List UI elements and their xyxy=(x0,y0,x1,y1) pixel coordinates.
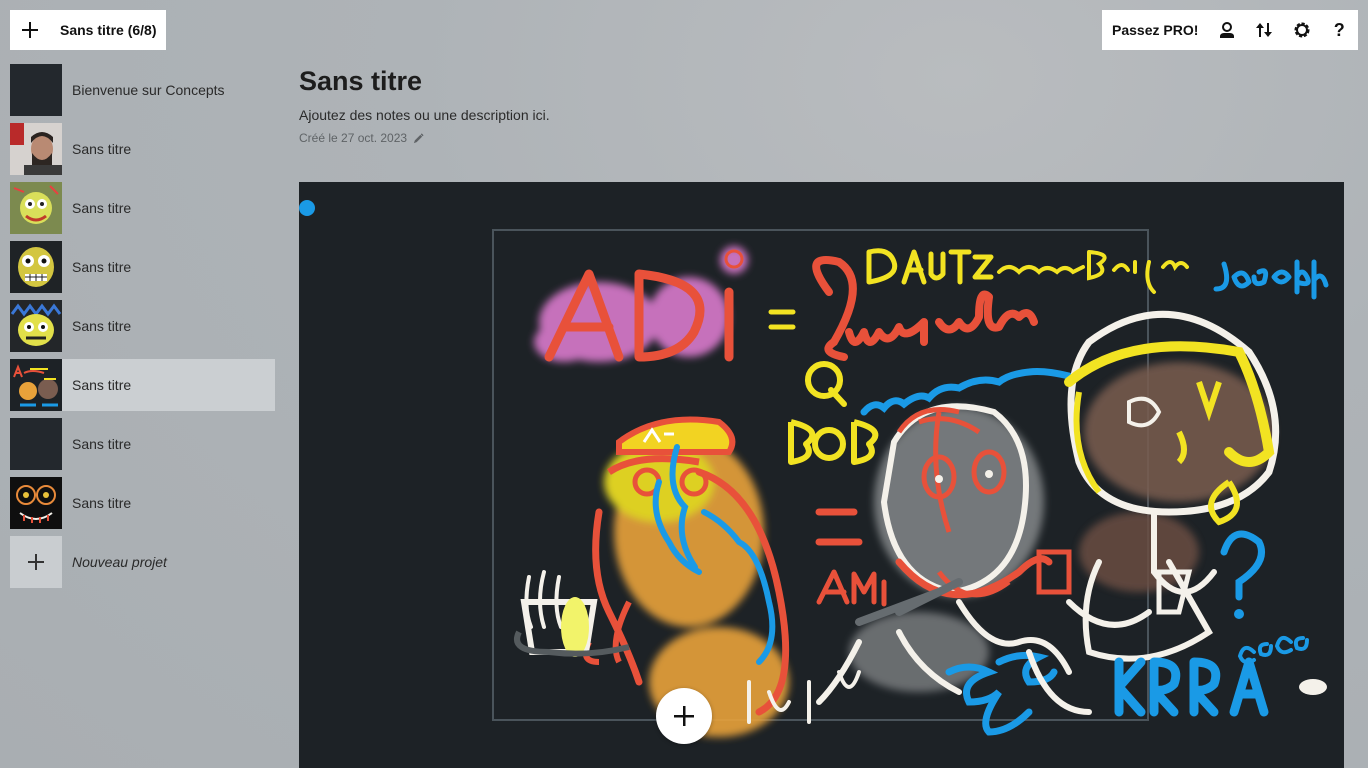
add-button[interactable] xyxy=(10,10,50,50)
add-content-button[interactable] xyxy=(656,688,712,744)
project-thumbnail xyxy=(10,64,62,116)
project-thumbnail xyxy=(10,182,62,234)
project-thumbnail xyxy=(10,418,62,470)
plus-icon xyxy=(674,706,694,726)
project-label: Sans titre xyxy=(72,141,132,157)
page-title[interactable]: Sans titre xyxy=(299,66,550,97)
project-item[interactable]: Sans titre xyxy=(10,300,275,352)
plus-icon xyxy=(28,554,44,570)
created-date-text: Créé le 27 oct. 2023 xyxy=(299,131,408,145)
drawing-canvas[interactable] xyxy=(299,182,1344,768)
project-item[interactable]: Bienvenue sur Concepts xyxy=(10,64,275,116)
help-button[interactable]: ? xyxy=(1321,10,1358,50)
gear-icon xyxy=(1294,22,1310,38)
project-label: Bienvenue sur Concepts xyxy=(72,82,225,98)
project-item-active[interactable]: Sans titre xyxy=(10,359,275,411)
project-item[interactable]: Sans titre xyxy=(10,241,275,293)
project-menu-bar: Sans titre (6/8) xyxy=(10,10,166,50)
project-thumbnail xyxy=(10,359,62,411)
toolbar-right: Passez PRO! ? xyxy=(1102,10,1358,50)
project-list: Bienvenue sur Concepts Sans titre Sans t… xyxy=(10,64,275,595)
plus-icon xyxy=(22,22,38,38)
sort-icon xyxy=(1256,23,1273,37)
project-description[interactable]: Ajoutez des notes ou une description ici… xyxy=(299,107,550,123)
account-button[interactable] xyxy=(1208,10,1245,50)
project-label: Sans titre xyxy=(72,200,132,216)
project-header: Sans titre Ajoutez des notes ou une desc… xyxy=(299,66,550,145)
project-item[interactable]: Sans titre xyxy=(10,182,275,234)
new-project-label: Nouveau projet xyxy=(72,554,167,570)
sort-button[interactable] xyxy=(1246,10,1283,50)
project-label: Sans titre xyxy=(72,436,132,452)
project-item[interactable]: Sans titre xyxy=(10,477,275,529)
project-title-button[interactable]: Sans titre (6/8) xyxy=(50,22,156,38)
project-item[interactable]: Sans titre xyxy=(10,123,275,175)
project-label: Sans titre xyxy=(72,259,132,275)
pencil-icon[interactable] xyxy=(413,132,424,144)
created-date: Créé le 27 oct. 2023 xyxy=(299,131,550,145)
project-thumbnail xyxy=(10,123,62,175)
project-label: Sans titre xyxy=(72,318,132,334)
project-item[interactable]: Sans titre xyxy=(10,418,275,470)
settings-button[interactable] xyxy=(1283,10,1320,50)
new-project-item[interactable]: Nouveau projet xyxy=(10,536,275,588)
user-icon xyxy=(1220,22,1235,38)
project-label: Sans titre xyxy=(72,377,132,393)
project-thumbnail xyxy=(10,241,62,293)
project-label: Sans titre xyxy=(72,495,132,511)
new-project-thumbnail xyxy=(10,536,62,588)
help-icon: ? xyxy=(1333,19,1345,40)
go-pro-button[interactable]: Passez PRO! xyxy=(1102,22,1208,38)
project-thumbnail xyxy=(10,477,62,529)
project-thumbnail xyxy=(10,300,62,352)
